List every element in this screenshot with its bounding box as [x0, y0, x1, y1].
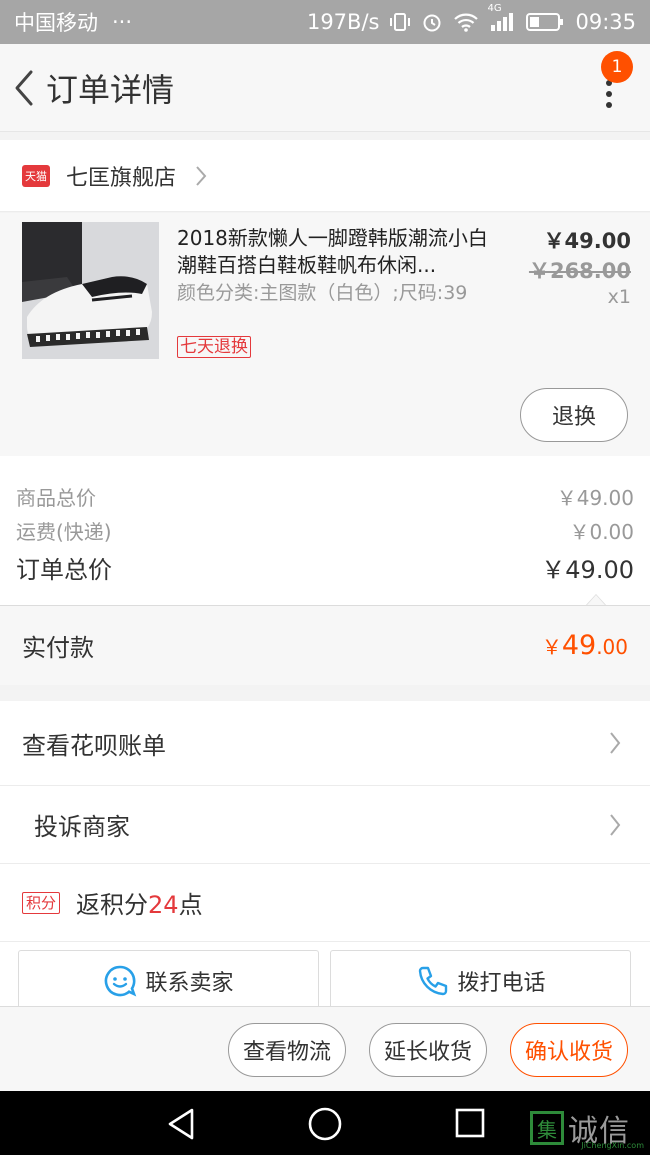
order-total-label: 订单总价: [16, 556, 112, 584]
carrier-name: 中国移动: [14, 11, 98, 35]
product-sku: 颜色分类:主图款（白色）;尺码:39: [177, 282, 468, 304]
call-phone-label: 拨打电话: [457, 970, 546, 996]
points-prefix: 返积分: [76, 891, 149, 919]
points-text: 返积分24点: [76, 885, 203, 920]
tmall-logo-icon: 天猫: [22, 164, 50, 187]
more-dot-icon: [606, 102, 612, 108]
product-title[interactable]: 2018新款懒人一脚蹬韩版潮流小白潮鞋百搭白鞋板鞋帆布休闲...: [177, 225, 495, 279]
chevron-right-icon: [196, 165, 207, 186]
actual-payment-row: 实付款 ￥49.00: [0, 606, 650, 685]
network-type: 4G: [487, 3, 502, 14]
payment-decimal: .00: [596, 635, 628, 659]
actual-payment-label: 实付款: [22, 634, 94, 662]
back-button[interactable]: [4, 44, 44, 132]
view-logistics-button[interactable]: 查看物流: [228, 1023, 346, 1077]
contact-seller-button[interactable]: 联系卖家: [18, 950, 319, 1010]
chevron-right-icon: [610, 813, 621, 836]
signal-icon: 4G: [487, 3, 515, 33]
shop-row[interactable]: 天猫 七匡旗舰店: [0, 140, 650, 212]
goods-total-value: ￥49.00: [556, 486, 634, 510]
points-tag: 积分: [22, 891, 61, 914]
refund-button[interactable]: 退换: [520, 388, 628, 442]
call-phone-button[interactable]: 拨打电话: [330, 950, 631, 1010]
shipping-label: 运费(快递): [16, 520, 112, 544]
confirm-receipt-button[interactable]: 确认收货: [510, 1023, 628, 1077]
complaint-label: 投诉商家: [34, 813, 130, 841]
complaint-row[interactable]: 投诉商家: [0, 786, 650, 864]
goods-total-row: 商品总价 ￥49.00: [16, 482, 634, 511]
wifi-icon: [453, 11, 479, 33]
actual-payment-amount: ￥49.00: [542, 630, 628, 661]
shop-name: 七匡旗舰店: [66, 165, 177, 191]
nav-home-icon[interactable]: [307, 1107, 343, 1143]
nav-back-icon[interactable]: [165, 1107, 197, 1141]
order-total-value: ￥49.00: [541, 556, 634, 584]
chevron-left-icon: [15, 70, 33, 105]
clock-time: 09:35: [575, 10, 636, 34]
watermark-logo-icon: 集: [530, 1111, 564, 1145]
battery-icon: [525, 11, 565, 33]
shipping-value: ￥0.00: [569, 520, 634, 544]
order-total-row: 订单总价 ￥49.00: [16, 550, 634, 585]
product-card[interactable]: 2018新款懒人一脚蹬韩版潮流小白潮鞋百搭白鞋板鞋帆布休闲... 颜色分类:主图…: [0, 213, 650, 456]
more-dot-icon: [606, 91, 612, 97]
payment-integer: 49: [561, 630, 597, 661]
product-original-price: ￥268.00: [528, 259, 631, 283]
huabei-bill-label: 查看花呗账单: [22, 731, 166, 760]
watermark: 集 诚信 JiChengXin.com: [530, 1101, 650, 1155]
points-suffix: 点: [178, 891, 203, 919]
bottom-action-bar: 查看物流 延长收货 确认收货: [0, 1006, 650, 1091]
huabei-bill-row[interactable]: 查看花呗账单: [0, 701, 650, 786]
page-title: 订单详情: [46, 70, 175, 109]
vibrate-icon: [389, 11, 411, 33]
payment-currency: ￥: [541, 635, 562, 659]
chat-smile-icon: [105, 965, 137, 996]
phone-icon: [419, 966, 448, 995]
product-image[interactable]: [22, 222, 159, 359]
status-bar: 中国移动 ··· 197B/s 4G 09:35: [0, 0, 650, 44]
goods-total-label: 商品总价: [16, 486, 96, 510]
contact-seller-label: 联系卖家: [145, 970, 234, 996]
alarm-icon: [421, 11, 443, 33]
message-count-badge: 1: [601, 51, 633, 83]
product-price: ￥49.00: [543, 229, 631, 253]
watermark-subtext: JiChengXin.com: [581, 1141, 644, 1150]
notification-dots: ···: [112, 10, 133, 34]
shipping-row: 运费(快递) ￥0.00: [16, 516, 634, 545]
contact-area: 联系卖家 拨打电话: [0, 942, 650, 1010]
points-count: 24: [148, 891, 179, 919]
nav-recents-icon[interactable]: [454, 1107, 486, 1139]
pointer-notch: [586, 594, 606, 605]
product-quantity: x1: [607, 286, 631, 308]
extend-receipt-button[interactable]: 延长收货: [369, 1023, 487, 1077]
return-policy-tag: 七天退换: [177, 336, 251, 358]
title-bar: 订单详情 1: [0, 44, 650, 132]
price-summary: 商品总价 ￥49.00 运费(快递) ￥0.00 订单总价 ￥49.00: [0, 456, 650, 606]
chevron-right-icon: [610, 732, 621, 754]
points-row: 积分 返积分24点: [0, 864, 650, 942]
network-speed: 197B/s: [306, 10, 380, 34]
